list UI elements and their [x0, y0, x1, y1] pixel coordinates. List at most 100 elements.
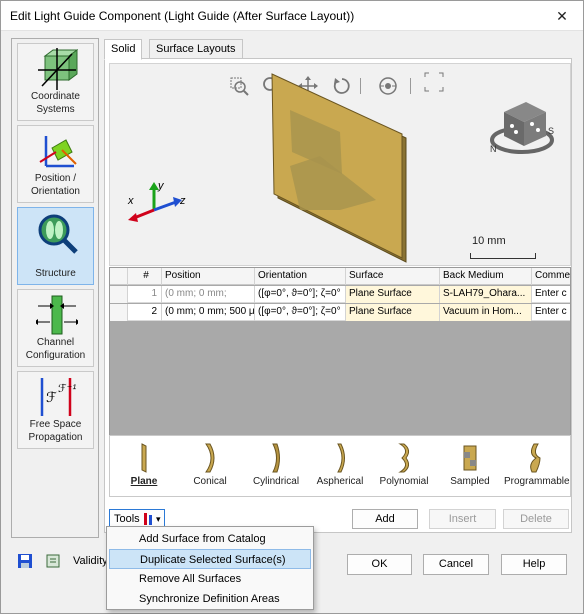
sidebar-item-position-orientation[interactable]: Position / Orientation	[17, 125, 94, 203]
light-guide-plate	[271, 73, 407, 263]
add-button[interactable]: Add	[352, 509, 418, 529]
header-cell[interactable]: Position	[162, 268, 255, 285]
header-cell[interactable]: Back Medium	[440, 268, 532, 285]
surface-type-label: Plane	[130, 476, 158, 487]
surface-type-cylindrical[interactable]: Cylindrical	[246, 440, 306, 494]
table-cell[interactable]: ([φ=0°, ϑ=0°]; ζ=0°	[255, 304, 346, 321]
table-cell[interactable]: Plane Surface	[346, 304, 440, 321]
insert-button: Insert	[429, 509, 496, 529]
menu-item-duplicate-surfaces[interactable]: Duplicate Selected Surface(s)	[109, 549, 311, 569]
tab-surface-layouts[interactable]: Surface Layouts	[149, 39, 243, 59]
table-cell: 1	[128, 286, 162, 303]
tab-solid[interactable]: Solid	[104, 39, 143, 60]
polynomial-surface-icon	[398, 443, 410, 473]
conical-surface-icon	[205, 443, 215, 473]
menu-item-add-from-catalog[interactable]: Add Surface from Catalog	[109, 529, 311, 549]
ok-button[interactable]: OK	[347, 554, 412, 575]
sidebar-item-free-space-propagation[interactable]: ℱ ℱ⁻¹ Free Space Propagation	[17, 371, 94, 449]
sidebar-label: Position /	[34, 173, 77, 184]
table-cell[interactable]: ([φ=0°, ϑ=0°]; ζ=0°	[255, 286, 346, 303]
surface-type-label: Programmable	[504, 476, 570, 487]
sidebar-item-channel-configuration[interactable]: Channel Configuration	[17, 289, 94, 367]
help-button[interactable]: Help	[501, 554, 567, 575]
surface-type-aspherical[interactable]: Aspherical	[310, 440, 370, 494]
table-cell: 2	[128, 304, 162, 321]
header-cell-indicator	[110, 268, 128, 285]
surface-type-programmable[interactable]: Programmable	[504, 440, 570, 494]
sidebar-label: Channel	[36, 337, 75, 348]
compass-n: N	[490, 144, 497, 154]
axis-x-label: x	[128, 195, 134, 207]
tools-label: Tools	[114, 513, 140, 525]
cancel-button[interactable]: Cancel	[423, 554, 489, 575]
table-cell[interactable]: (0 mm; 0 mm; 500 μ	[162, 304, 255, 321]
view-cube-icon[interactable]: N S	[486, 90, 558, 160]
sidebar-label: Coordinate	[31, 91, 80, 102]
sidebar-item-coordinate-systems[interactable]: Coordinate Systems	[17, 43, 94, 121]
svg-text:ℱ: ℱ	[46, 389, 57, 405]
scale-bar	[470, 253, 536, 259]
surface-type-label: Conical	[193, 476, 227, 487]
position-orientation-icon	[39, 136, 77, 168]
3d-view[interactable]: x y z N S 10 mm	[109, 63, 571, 266]
sidebar: Coordinate Systems Position / Orientation …	[11, 38, 99, 538]
header-cell[interactable]: #	[128, 268, 162, 285]
delete-button: Delete	[503, 509, 569, 529]
header-cell[interactable]: Comme	[532, 268, 570, 285]
table-row[interactable]: 1 (0 mm; 0 mm; ([φ=0°, ϑ=0°]; ζ=0° Plane…	[110, 286, 570, 303]
programmable-surface-icon	[530, 443, 541, 473]
table-cell[interactable]: S-LAH79_Ohara...	[440, 286, 532, 303]
sidebar-label: Propagation	[28, 432, 83, 443]
table-cell[interactable]: Enter c	[532, 286, 570, 303]
dialog-window: Edit Light Guide Component (Light Guide …	[0, 0, 584, 614]
fit-to-view-icon[interactable]	[424, 72, 444, 92]
table-cell[interactable]: (0 mm; 0 mm;	[162, 286, 255, 303]
header-cell[interactable]: Orientation	[255, 268, 346, 285]
surface-type-plane[interactable]: Plane	[114, 440, 174, 494]
coordinate-systems-icon	[38, 48, 78, 90]
close-button[interactable]: ✕	[547, 5, 577, 27]
channel-configuration-icon	[36, 295, 78, 335]
table-cell[interactable]: Vacuum in Hom...	[440, 304, 532, 321]
sidebar-item-structure[interactable]: Structure	[17, 207, 94, 285]
free-space-propagation-icon: ℱ ℱ⁻¹	[40, 378, 76, 416]
surface-type-sampled[interactable]: Sampled	[440, 440, 500, 494]
tools-icon	[144, 513, 152, 525]
header-cell[interactable]: Surface	[346, 268, 440, 285]
menu-item-remove-all-surfaces[interactable]: Remove All Surfaces	[109, 569, 311, 589]
surface-type-label: Cylindrical	[252, 476, 300, 487]
save-icon[interactable]	[17, 553, 33, 569]
menu-item-synchronize-areas[interactable]: Synchronize Definition Areas	[109, 589, 311, 609]
surface-type-conical[interactable]: Conical	[180, 440, 240, 494]
surface-type-polynomial[interactable]: Polynomial	[374, 440, 434, 494]
sidebar-label: Structure	[35, 268, 76, 279]
sidebar-label: Free Space	[29, 419, 82, 430]
catalog-icon[interactable]	[45, 553, 61, 569]
aspherical-surface-icon	[337, 443, 345, 473]
surface-type-label: Aspherical	[316, 476, 364, 487]
row-indicator	[110, 304, 128, 321]
sampled-surface-icon	[463, 445, 477, 471]
surface-type-label: Sampled	[450, 476, 490, 487]
axis-y-label: y	[158, 180, 164, 192]
sidebar-label: Orientation	[31, 186, 80, 197]
axis-z-label: z	[180, 195, 186, 207]
plane-surface-icon	[141, 443, 147, 473]
compass-s: S	[548, 126, 554, 136]
title-bar: Edit Light Guide Component (Light Guide …	[1, 1, 583, 31]
sidebar-label: Configuration	[25, 350, 86, 361]
tools-menu: Add Surface from Catalog Duplicate Selec…	[106, 526, 314, 610]
row-indicator	[110, 286, 128, 303]
validity-label: Validity	[73, 555, 108, 567]
sidebar-label: Systems	[36, 104, 75, 115]
table-row[interactable]: 2 (0 mm; 0 mm; 500 μ ([φ=0°, ϑ=0°]; ζ=0°…	[110, 304, 570, 321]
zoom-region-icon[interactable]	[229, 76, 249, 96]
cylindrical-surface-icon	[272, 443, 280, 473]
table-cell[interactable]: Enter c	[532, 304, 570, 321]
svg-text:ℱ⁻¹: ℱ⁻¹	[58, 383, 76, 395]
structure-magnifier-icon	[38, 214, 78, 254]
scale-label: 10 mm	[472, 235, 506, 247]
surface-table: # Position Orientation Surface Back Medi…	[109, 267, 571, 440]
table-cell[interactable]: Plane Surface	[346, 286, 440, 303]
table-header: # Position Orientation Surface Back Medi…	[110, 268, 570, 285]
